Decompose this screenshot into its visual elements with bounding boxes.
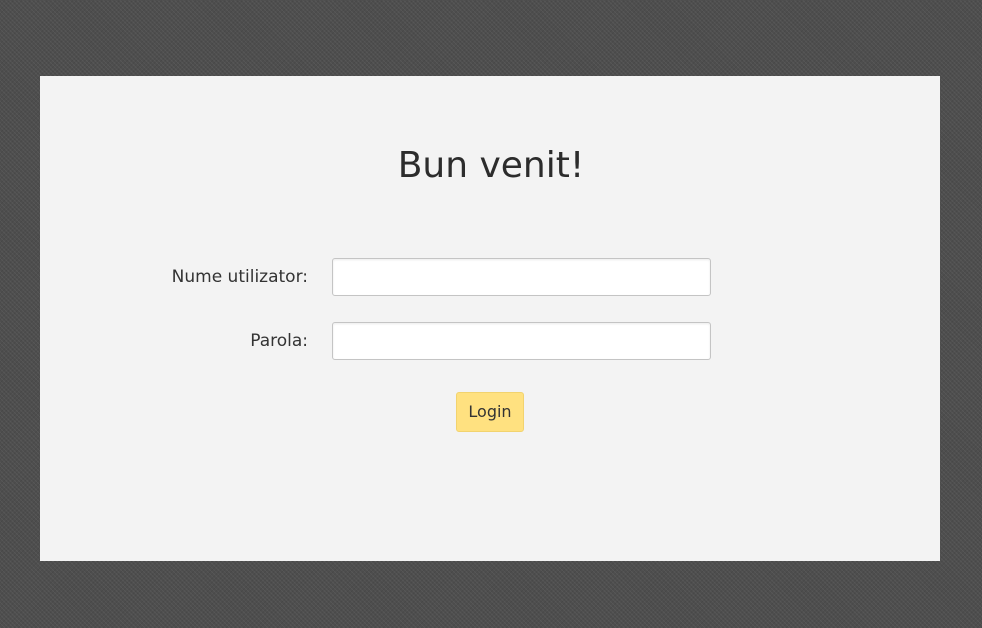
username-input[interactable] [332,258,711,296]
password-input[interactable] [332,322,711,360]
password-label: Parola: [250,331,308,351]
page-title: Bun venit! [397,145,585,186]
login-button[interactable]: Login [456,392,524,432]
username-label: Nume utilizator: [171,267,308,287]
